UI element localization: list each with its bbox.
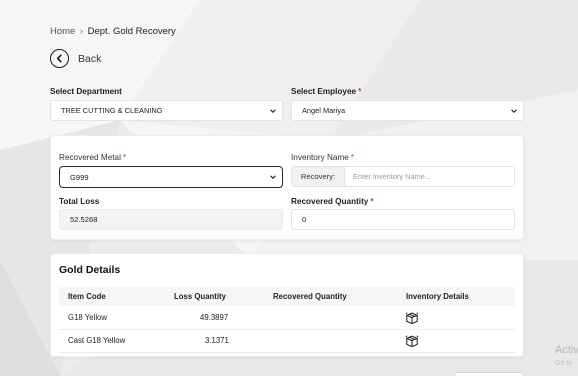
package-icon[interactable] [405,334,419,347]
required-asterisk: * [350,153,354,162]
recovered-metal-value: G999 [70,172,89,182]
recovered-quantity-input[interactable]: 0 [291,209,515,230]
item-code-cell: G18 Yellow [68,313,108,322]
column-header: Loss Quantity [174,292,226,301]
required-asterisk: * [122,153,127,162]
loss-quantity-cell: 49.3897 [200,313,229,322]
inventory-name-input[interactable] [345,167,514,186]
recovered-quantity-label: Recovered Quantity * [291,197,374,206]
department-label: Select Department [50,87,122,96]
required-asterisk: * [358,87,362,96]
department-value: TREE CUTTING & CLEANING [61,106,163,115]
inventory-prefix: Recovery: [292,167,345,186]
employee-select[interactable]: Angel Mariya [291,100,524,121]
total-loss-label: Total Loss [59,197,100,206]
chevron-down-icon [511,108,517,113]
breadcrumb-home[interactable]: Home [50,26,75,37]
inventory-name-label: Inventory Name * [291,153,354,162]
chevron-down-icon [270,175,276,179]
breadcrumb: Home › Dept. Gold Recovery [50,26,176,37]
arrow-left-circle-icon [50,49,69,68]
chevron-right-icon: › [79,26,83,36]
column-header: Item Code [68,292,106,301]
back-button[interactable]: Back [50,49,101,68]
employee-label: Select Employee * [291,87,362,96]
package-icon[interactable] [405,311,419,324]
employee-value: Angel Mariya [302,106,346,115]
department-select[interactable]: TREE CUTTING & CLEANING [50,100,283,121]
loss-quantity-cell: 3.1371 [205,336,229,345]
total-loss-field: 52.5268 [59,209,283,230]
column-header: Inventory Details [406,292,469,301]
table-header: Item Code Loss Quantity Recovered Quanti… [59,287,515,306]
gold-details-title: Gold Details [59,264,121,276]
inventory-name-group: Recovery: [291,166,515,187]
total-loss-value: 52.5268 [70,215,98,224]
recovered-metal-label: Recovered Metal * [59,153,127,162]
back-label: Back [78,52,102,65]
breadcrumb-current: Dept. Gold Recovery [87,26,176,37]
footer-button[interactable] [454,372,524,376]
column-header: Recovered Quantity [273,292,347,301]
required-asterisk: * [370,197,374,206]
row-divider [59,329,515,330]
activation-watermark-sub: Go to [555,360,573,367]
chevron-down-icon [270,108,276,113]
row-divider [59,352,515,353]
recovered-metal-select[interactable]: G999 [59,166,283,188]
recovered-quantity-value: 0 [302,215,307,224]
item-code-cell: Cast G18 Yellow [68,336,126,345]
activation-watermark: Activ [555,344,578,356]
